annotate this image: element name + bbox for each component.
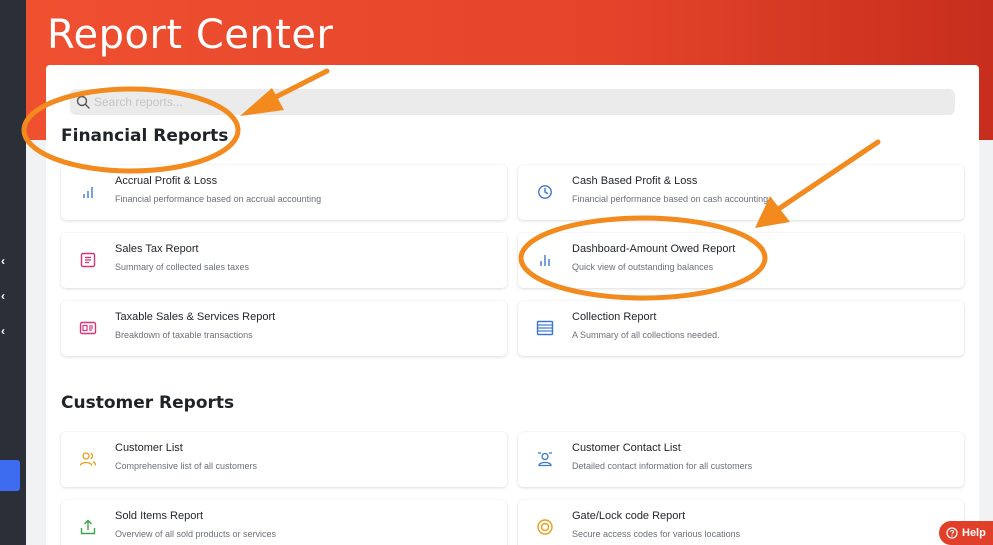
search-bar[interactable]	[70, 89, 955, 115]
card-title: Sales Tax Report	[115, 243, 199, 255]
page-title: Report Center	[47, 12, 334, 58]
report-card-dashboard-amount-owed[interactable]: Dashboard-Amount Owed Report Quick view …	[518, 233, 964, 288]
users-icon	[79, 452, 97, 466]
search-input[interactable]	[94, 89, 934, 115]
card-title: Dashboard-Amount Owed Report	[572, 243, 736, 255]
chevron-left-icon[interactable]: ‹	[1, 290, 11, 302]
card-title: Accrual Profit & Loss	[115, 175, 218, 187]
card-description: Summary of collected sales taxes	[115, 262, 250, 272]
chevron-left-icon[interactable]: ‹	[1, 255, 11, 267]
search-icon	[76, 95, 90, 109]
card-description: Breakdown of taxable transactions	[115, 330, 253, 340]
card-description: Quick view of outstanding balances	[572, 262, 714, 272]
card-description: Detailed contact information for all cus…	[572, 461, 753, 471]
help-label: Help	[962, 527, 986, 539]
card-title: Customer Contact List	[572, 442, 681, 454]
help-button[interactable]: Help	[939, 521, 993, 545]
card-title: Taxable Sales & Services Report	[115, 311, 276, 323]
report-card-gate-lock-code-report[interactable]: Gate/Lock code Report Secure access code…	[518, 500, 964, 545]
card-title: Sold Items Report	[115, 510, 204, 522]
card-description: Financial performance based on accrual a…	[115, 194, 322, 204]
sidebar-active-item[interactable]	[0, 460, 20, 491]
card-description: Secure access codes for various location…	[572, 529, 741, 539]
report-card-accrual-profit-loss[interactable]: Accrual Profit & Loss Financial performa…	[61, 165, 507, 220]
card-title: Gate/Lock code Report	[572, 510, 686, 522]
report-card-collection-report[interactable]: Collection Report A Summary of all colle…	[518, 301, 964, 356]
section-title-financial-reports: Financial Reports	[61, 126, 229, 146]
report-card-taxable-sales-services[interactable]: Taxable Sales & Services Report Breakdow…	[61, 301, 507, 356]
card-description: Overview of all sold products or service…	[115, 529, 277, 539]
sidebar: ‹ ‹ ‹	[0, 0, 26, 545]
receipt-icon	[80, 252, 96, 268]
card-title: Collection Report	[572, 311, 657, 323]
chevron-left-icon[interactable]: ‹	[1, 325, 11, 337]
card-description: Financial performance based on cash acco…	[572, 194, 769, 204]
section-title-customer-reports: Customer Reports	[61, 393, 235, 413]
card-title: Customer List	[115, 442, 183, 454]
report-card-customer-list[interactable]: Customer List Comprehensive list of all …	[61, 432, 507, 487]
bar-chart-icon	[540, 255, 550, 266]
report-card-sales-tax-report[interactable]: Sales Tax Report Summary of collected sa…	[61, 233, 507, 288]
question-circle-icon	[946, 527, 958, 539]
bar-chart-icon	[83, 187, 93, 198]
target-icon	[537, 519, 553, 535]
card-description: Comprehensive list of all customers	[115, 461, 258, 471]
contact-icon	[538, 452, 552, 467]
report-card-customer-contact-list[interactable]: Customer Contact List Detailed contact i…	[518, 432, 964, 487]
id-card-icon	[79, 321, 97, 335]
report-card-sold-items-report[interactable]: Sold Items Report Overview of all sold p…	[61, 500, 507, 545]
card-title: Cash Based Profit & Loss	[572, 175, 698, 187]
upload-box-icon	[80, 519, 96, 535]
report-card-cash-based-profit-loss[interactable]: Cash Based Profit & Loss Financial perfo…	[518, 165, 964, 220]
card-description: A Summary of all collections needed.	[572, 330, 720, 340]
list-icon	[536, 320, 554, 336]
clock-icon	[538, 185, 552, 199]
